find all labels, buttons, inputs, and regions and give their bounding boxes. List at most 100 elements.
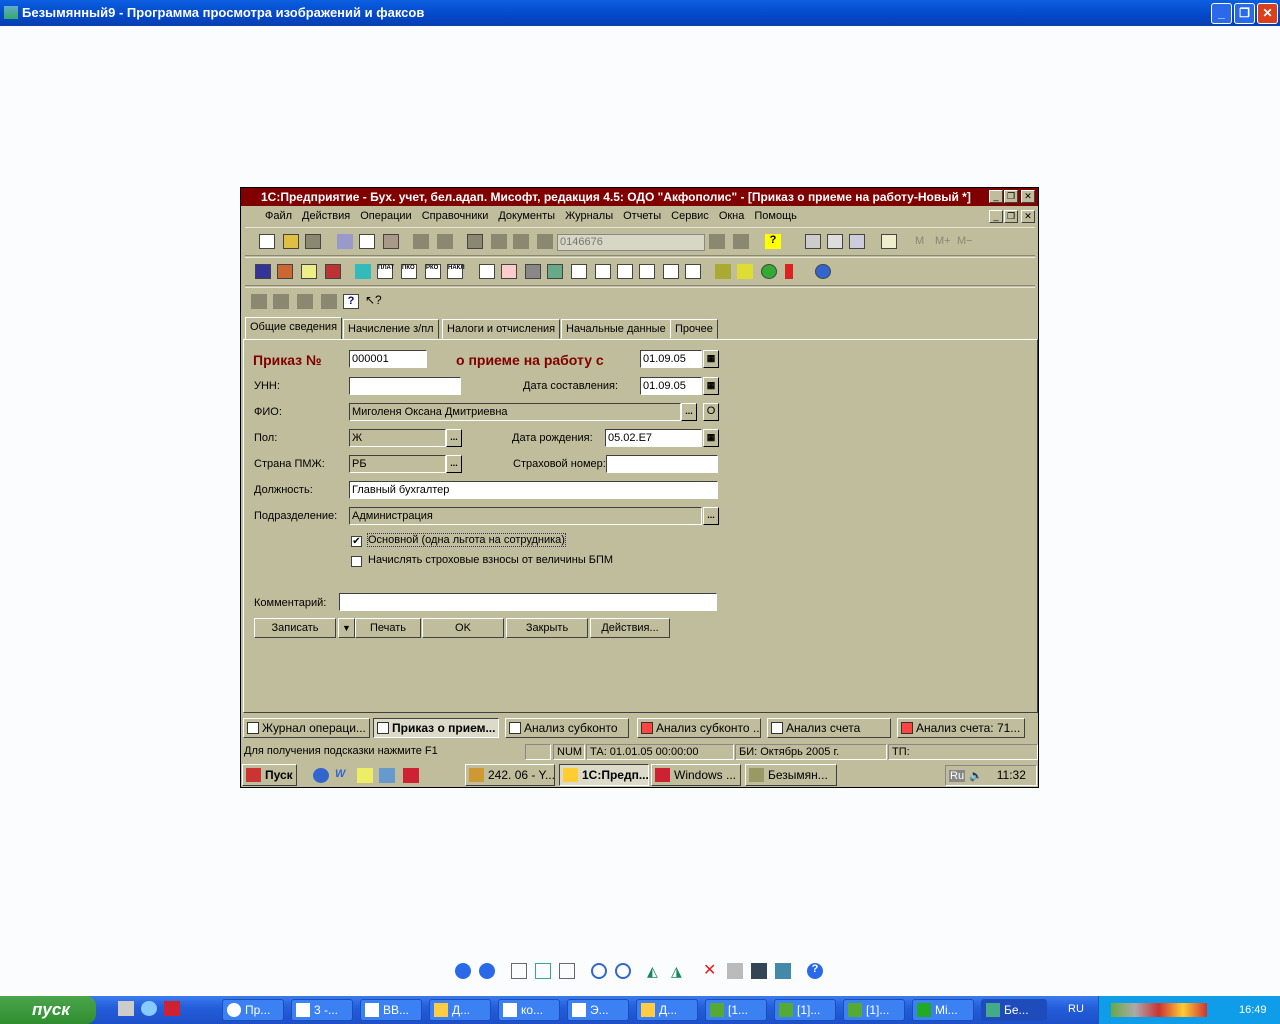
window-tab-account[interactable]: Анализ счета bbox=[767, 718, 891, 738]
find-next-icon[interactable] bbox=[709, 234, 725, 249]
wand-icon[interactable] bbox=[737, 264, 753, 279]
new-icon[interactable] bbox=[259, 234, 275, 249]
taskbar-item[interactable]: 3 -... bbox=[291, 999, 353, 1021]
tab-initial[interactable]: Начальные данные bbox=[561, 319, 671, 339]
close-button[interactable]: ✕ bbox=[1257, 3, 1278, 24]
app-restore[interactable]: ❐ bbox=[1004, 190, 1018, 203]
dept-select-button[interactable]: ... bbox=[703, 507, 719, 525]
report-icon-4[interactable] bbox=[547, 264, 563, 279]
edit-icon[interactable] bbox=[775, 963, 791, 979]
inner-task-unnamed[interactable]: Безымян... bbox=[745, 764, 837, 786]
insurance-input[interactable] bbox=[606, 455, 718, 473]
print-button[interactable]: Печать bbox=[355, 618, 421, 638]
menu-operations[interactable]: Операции bbox=[360, 210, 411, 222]
comment-input[interactable] bbox=[339, 593, 717, 611]
print-icon[interactable] bbox=[413, 234, 429, 249]
menu-journals[interactable]: Журналы bbox=[565, 210, 613, 222]
stop-icon[interactable] bbox=[467, 234, 483, 249]
language-indicator[interactable]: RU bbox=[1068, 1003, 1084, 1015]
tray-icons[interactable] bbox=[1111, 1003, 1207, 1017]
tab-other[interactable]: Прочее bbox=[670, 319, 718, 339]
edit-row-icon[interactable] bbox=[297, 294, 313, 309]
position-input[interactable]: Главный бухгалтер bbox=[349, 481, 718, 499]
chart-of-accounts-icon[interactable] bbox=[255, 264, 271, 279]
inner-task-windows[interactable]: Windows ... bbox=[651, 764, 741, 786]
menu-help[interactable]: Помощь bbox=[754, 210, 797, 222]
calendar-icon[interactable]: ▦ bbox=[703, 377, 719, 395]
taskbar-item[interactable]: [1]... bbox=[843, 999, 905, 1021]
help-icon[interactable]: ? bbox=[765, 234, 781, 249]
taskbar-item[interactable]: Д... bbox=[636, 999, 698, 1021]
find-icon[interactable] bbox=[537, 234, 553, 249]
minimize-button[interactable]: _ bbox=[1211, 3, 1232, 24]
ie-icon[interactable] bbox=[313, 768, 329, 783]
fio-open-button[interactable]: О bbox=[703, 403, 719, 421]
app-close[interactable]: ✕ bbox=[1021, 190, 1035, 203]
calendar-icon[interactable]: ▦ bbox=[703, 429, 719, 447]
actual-size-icon[interactable] bbox=[535, 963, 551, 979]
window-tab-journal[interactable]: Журнал операци... bbox=[243, 718, 370, 738]
dk-icon[interactable] bbox=[325, 264, 341, 279]
undo-icon[interactable] bbox=[491, 234, 507, 249]
taskbar-item-active[interactable]: Бе... bbox=[981, 999, 1047, 1021]
person-icon[interactable] bbox=[715, 264, 731, 279]
bpm-checkbox[interactable] bbox=[351, 556, 362, 567]
tab-taxes[interactable]: Налоги и отчисления bbox=[442, 319, 561, 339]
journal-icon[interactable] bbox=[301, 264, 317, 279]
tab-payroll[interactable]: Начисление з/пл bbox=[343, 319, 439, 339]
menu-windows[interactable]: Окна bbox=[719, 210, 745, 222]
menu-service[interactable]: Сервис bbox=[671, 210, 709, 222]
dept-input[interactable]: Администрация bbox=[349, 507, 702, 525]
menu-reports[interactable]: Отчеты bbox=[623, 210, 661, 222]
rko-icon[interactable]: РКО bbox=[425, 264, 441, 279]
save-icon[interactable] bbox=[751, 963, 767, 979]
pko-icon[interactable]: ПКО bbox=[401, 264, 417, 279]
nakl-icon[interactable]: НАКЛ bbox=[447, 264, 465, 279]
bpm-label[interactable]: Начислять строховые взносы от величины Б… bbox=[368, 554, 613, 566]
search-icon[interactable] bbox=[357, 768, 373, 783]
sex-select-button[interactable]: ... bbox=[446, 429, 462, 447]
report-icon-5[interactable] bbox=[571, 264, 587, 279]
actions-button[interactable]: Действия... bbox=[590, 618, 670, 638]
menu-references[interactable]: Справочники bbox=[422, 210, 489, 222]
volume-icon[interactable]: 🔈 bbox=[969, 770, 983, 782]
alert-icon[interactable] bbox=[785, 264, 793, 279]
calculator-icon[interactable] bbox=[805, 234, 821, 249]
menu-file[interactable]: Файл bbox=[265, 210, 292, 222]
fio-input[interactable]: Миголеня Оксана Дмитриевна bbox=[349, 403, 681, 421]
menu-actions[interactable]: Действия bbox=[302, 210, 350, 222]
maximize-button[interactable]: ❐ bbox=[1234, 3, 1255, 24]
report-icon-2[interactable] bbox=[501, 264, 517, 279]
print-dropdown-button[interactable]: ▼ bbox=[338, 618, 355, 638]
word-icon[interactable]: W bbox=[335, 768, 351, 783]
report-icon-7[interactable] bbox=[617, 264, 633, 279]
window-tab-subconto-2[interactable]: Анализ субконто ... bbox=[637, 718, 761, 738]
doc-restore[interactable]: ❐ bbox=[1004, 210, 1018, 223]
search-combo[interactable]: 0146676 bbox=[557, 234, 705, 251]
start-button[interactable]: пуск bbox=[0, 996, 96, 1024]
compose-date-input[interactable]: 01.09.05 bbox=[640, 377, 702, 395]
hire-date-input[interactable]: 01.09.05 bbox=[640, 350, 702, 368]
copy-icon[interactable] bbox=[359, 234, 375, 249]
inner-start-button[interactable]: Пуск bbox=[242, 764, 297, 786]
birth-date-input[interactable]: 05.02.Е7 bbox=[605, 429, 702, 447]
m-plus-button[interactable]: M+ bbox=[935, 235, 951, 247]
save-icon[interactable] bbox=[305, 234, 321, 249]
inner-task-242[interactable]: 242. 06 - Y... bbox=[465, 764, 555, 786]
redo-icon[interactable] bbox=[513, 234, 529, 249]
taskbar-item[interactable]: Пр... bbox=[222, 999, 284, 1021]
taskbar-item[interactable]: Э... bbox=[567, 999, 629, 1021]
cut-icon[interactable] bbox=[337, 234, 353, 249]
zoom-in-icon[interactable] bbox=[591, 963, 607, 979]
taskbar-item[interactable]: Д... bbox=[429, 999, 491, 1021]
report-icon-6[interactable] bbox=[595, 264, 611, 279]
books-icon[interactable] bbox=[277, 264, 293, 279]
best-fit-icon[interactable] bbox=[511, 963, 527, 979]
country-input[interactable]: РБ bbox=[349, 455, 446, 473]
window-tab-account-71[interactable]: Анализ счета: 71... bbox=[897, 718, 1025, 738]
dt-icon[interactable] bbox=[251, 294, 267, 309]
table-icon[interactable] bbox=[321, 294, 337, 309]
menu-documents[interactable]: Документы bbox=[498, 210, 555, 222]
main-benefit-checkbox[interactable]: ✔ bbox=[351, 536, 362, 547]
next-image-icon[interactable] bbox=[479, 963, 495, 979]
